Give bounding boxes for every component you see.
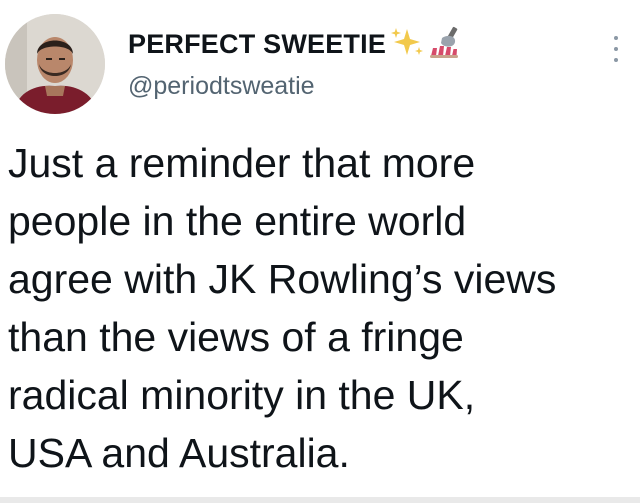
tweet-header: PERFECT SWEETIE @periodtsweatie: [0, 0, 640, 130]
more-dot: [614, 47, 618, 51]
tweet-text: Just a reminder that more people in the …: [8, 134, 636, 482]
author-handle[interactable]: @periodtsweatie: [128, 72, 464, 101]
more-options-icon[interactable]: [606, 34, 626, 64]
tweet-text-line: radical minority in the UK,: [8, 372, 476, 418]
sparkles-emoji: [390, 27, 424, 62]
author-names: PERFECT SWEETIE @periodtsweatie: [128, 26, 464, 101]
tweet-text-line: than the views of a fringe: [8, 314, 464, 360]
display-name[interactable]: PERFECT SWEETIE: [128, 29, 386, 60]
tweet-text-line: Just a reminder that more: [8, 140, 476, 186]
bottom-divider: [0, 497, 640, 503]
display-name-row[interactable]: PERFECT SWEETIE: [128, 26, 464, 62]
tweet-text-line: USA and Australia.: [8, 430, 350, 476]
more-dot: [614, 36, 618, 40]
avatar[interactable]: [5, 14, 105, 114]
more-dot: [614, 58, 618, 62]
tweet-text-line: people in the entire world: [8, 198, 467, 244]
tweet-text-line: agree with JK Rowling’s views: [8, 256, 557, 302]
tweet-card[interactable]: PERFECT SWEETIE @periodtsweatie Just a r…: [0, 0, 640, 503]
nail-polish-emoji: [428, 26, 464, 63]
